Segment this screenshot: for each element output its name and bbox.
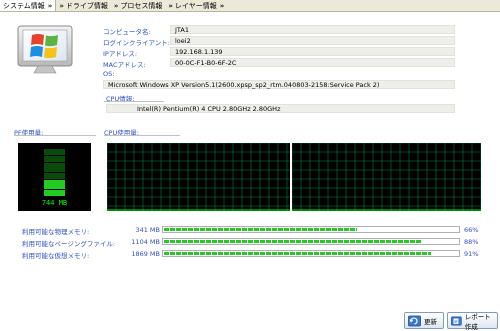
login-client-label: ログインクライアント: <box>103 39 170 47</box>
mac-address-field: 00-0C-F1-B0-6F-2C <box>170 58 455 67</box>
divider <box>104 101 164 102</box>
virtual-memory-value: 1869 MB <box>131 250 160 258</box>
create-report-button-label: レポート作成 <box>464 312 491 331</box>
refresh-button-label: 更新 <box>424 317 437 326</box>
pf-usage-value: 744 MB <box>41 199 68 207</box>
windows-monitor-icon <box>17 25 73 74</box>
chevron-icon: » <box>59 1 64 10</box>
pf-usage-monitor: 744 MB <box>18 143 91 211</box>
tab-layer-info-label: レイヤー情報 <box>174 1 217 10</box>
tab-layer-info[interactable]: » レイヤー情報 » <box>165 0 227 11</box>
chevron-icon: » <box>168 1 173 10</box>
report-icon <box>451 316 462 325</box>
paging-file-bar <box>162 238 460 245</box>
pf-meter-segment <box>44 193 65 197</box>
chevron-icon: » <box>47 1 53 10</box>
computer-name-field: JTA1 <box>170 25 455 34</box>
tab-bar: システム情報 » » ドライブ情報 » プロセス情報 » レイヤー情報 » <box>0 0 500 12</box>
virtual-memory-fill <box>164 252 432 255</box>
virtual-memory-percent: 91% <box>464 250 479 258</box>
os-label: OS: <box>103 70 115 78</box>
refresh-icon <box>408 315 421 326</box>
physical-memory-bar <box>162 226 460 233</box>
tab-drive-info-label: ドライブ情報 <box>65 1 108 10</box>
physical-memory-fill <box>164 228 358 231</box>
paging-file-label: 利用可能なページングファイル: <box>22 240 116 248</box>
create-report-button[interactable]: レポート作成 <box>447 312 498 331</box>
divider <box>14 135 96 136</box>
computer-name-label: コンピュータ名: <box>103 28 151 36</box>
cpu-usage-graph-1 <box>106 142 290 211</box>
tab-system-info-label: システム情報 <box>3 1 45 10</box>
chevron-icon: » <box>113 1 119 10</box>
tab-process-info[interactable]: » プロセス情報 <box>111 0 166 11</box>
physical-memory-percent: 66% <box>464 226 479 234</box>
virtual-memory-label: 利用可能な仮想メモリ: <box>22 252 90 260</box>
tab-process-info-label: プロセス情報 <box>120 1 163 10</box>
paging-file-percent: 88% <box>464 238 479 246</box>
ip-address-field: 192.168.1.139 <box>170 47 455 56</box>
os-field: Microsoft Windows XP Version5.1(2600.xps… <box>103 80 455 89</box>
paging-file-fill <box>164 240 423 243</box>
virtual-memory-bar <box>162 250 460 257</box>
paging-file-value: 1104 MB <box>131 238 160 246</box>
cpu-usage-graph-2 <box>291 142 482 211</box>
refresh-button[interactable]: 更新 <box>404 312 444 329</box>
login-client-field: loei2 <box>170 36 455 45</box>
mac-address-label: MACアドレス: <box>103 61 146 69</box>
physical-memory-value: 341 MB <box>135 226 160 234</box>
physical-memory-label: 利用可能な物理メモリ: <box>22 228 90 236</box>
ip-address-label: IPアドレス: <box>103 50 138 58</box>
tab-system-info[interactable]: システム情報 » <box>0 0 57 11</box>
chevron-icon: » <box>219 1 225 10</box>
cpu-info-field: Intel(R) Pentium(R) 4 CPU 2.80GHz 2.80GH… <box>106 104 455 113</box>
tab-drive-info[interactable]: » ドライブ情報 <box>56 0 111 11</box>
divider <box>104 135 180 136</box>
